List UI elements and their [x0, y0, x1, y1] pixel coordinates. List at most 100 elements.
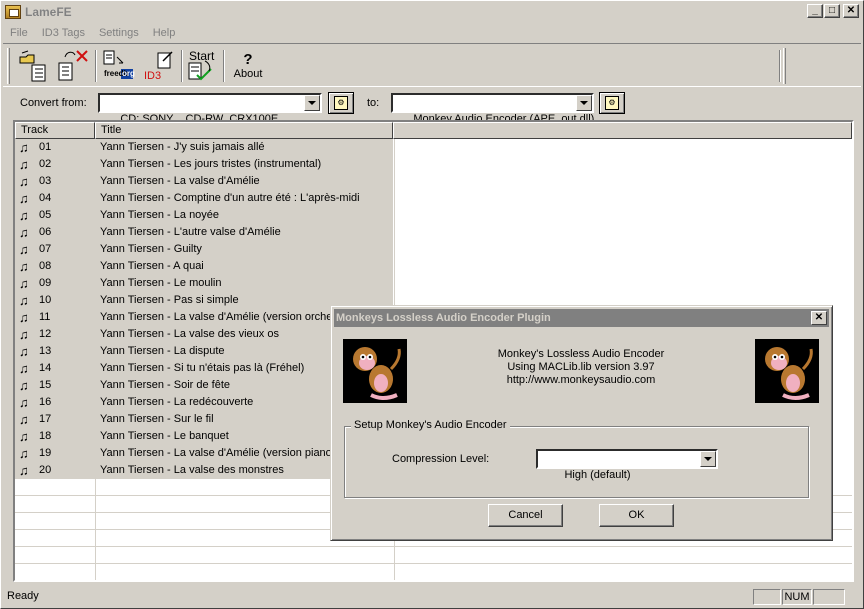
- menu-help[interactable]: Help: [146, 27, 183, 39]
- track-cell: ♫ 09: [15, 275, 95, 292]
- track-number: 12: [39, 328, 52, 340]
- freedb-button[interactable]: freedb org: [101, 48, 135, 84]
- source-settings-button[interactable]: ⚙: [328, 92, 354, 114]
- source-select[interactable]: CD: SONY CD-RW CRX100E: [98, 93, 322, 125]
- about-label: About: [233, 68, 263, 80]
- remove-list-icon: [58, 50, 88, 81]
- chevron-down-icon[interactable]: [304, 95, 320, 111]
- status-text: Ready: [7, 590, 39, 602]
- chevron-down-icon[interactable]: [576, 95, 592, 111]
- empty-cell: [15, 564, 95, 580]
- about-button[interactable]: ? About: [229, 48, 267, 84]
- window-title: LameFE: [25, 5, 72, 19]
- track-cell: ♫ 19: [15, 445, 95, 462]
- track-cell: ♫ 05: [15, 207, 95, 224]
- track-number: 08: [39, 260, 52, 272]
- plugin-name: Monkey's Lossless Audio Encoder: [497, 348, 665, 360]
- track-cell: ♫ 07: [15, 241, 95, 258]
- empty-cell: [95, 564, 393, 580]
- track-number: 15: [39, 379, 52, 391]
- track-row[interactable]: ♫ 09 Yann Tiersen - Le moulin: [15, 275, 852, 292]
- music-note-icon: ♫: [19, 344, 29, 359]
- toolbar-separator: [95, 50, 97, 82]
- toolbar: freedb org ID3 Start ? About: [3, 43, 861, 87]
- track-cell: ♫ 08: [15, 258, 95, 275]
- track-title: Yann Tiersen - La valse d'Amélie: [95, 173, 393, 190]
- compression-level-select[interactable]: High (default): [536, 449, 718, 481]
- column-track[interactable]: Track: [15, 122, 95, 139]
- start-button[interactable]: Start: [185, 48, 219, 84]
- music-note-icon: ♫: [19, 157, 29, 172]
- music-note-icon: ♫: [19, 242, 29, 257]
- toolbar-separator: [779, 50, 781, 82]
- to-label: to:: [367, 97, 380, 109]
- track-row[interactable]: ♫ 05 Yann Tiersen - La noyée: [15, 207, 852, 224]
- open-folder-button[interactable]: [17, 48, 51, 84]
- menu-bar: File ID3 Tags Settings Help: [3, 23, 861, 42]
- status-bar: Ready NUM: [3, 588, 861, 606]
- menu-id3-tags[interactable]: ID3 Tags: [35, 27, 92, 39]
- main-window: LameFE _ □ ✕ File ID3 Tags Settings Help: [0, 0, 864, 609]
- track-row[interactable]: ♫ 02 Yann Tiersen - Les jours tristes (ins…: [15, 156, 852, 173]
- remove-files-button[interactable]: [55, 48, 91, 84]
- menu-settings[interactable]: Settings: [92, 27, 146, 39]
- convert-from-label: Convert from:: [20, 97, 87, 109]
- column-title[interactable]: Title: [95, 122, 393, 139]
- num-lock-indicator: NUM: [782, 589, 812, 605]
- question-icon: ?: [243, 51, 253, 68]
- chevron-down-icon[interactable]: [700, 451, 716, 467]
- track-row[interactable]: ♫ 01 Yann Tiersen - J'y suis jamais allé: [15, 139, 852, 156]
- track-cell: ♫ 15: [15, 377, 95, 394]
- encoder-plugin-dialog: Monkeys Lossless Audio Encoder Plugin ✕: [330, 305, 833, 541]
- minimize-button[interactable]: _: [807, 4, 823, 18]
- track-cell: ♫ 06: [15, 224, 95, 241]
- monkey-logo-icon: [343, 339, 407, 403]
- track-row[interactable]: ♫ 04 Yann Tiersen - Comptine d'un autre ét…: [15, 190, 852, 207]
- empty-row: [15, 547, 852, 564]
- dialog-close-button[interactable]: ✕: [811, 311, 827, 325]
- track-cell: ♫ 03: [15, 173, 95, 190]
- track-number: 10: [39, 294, 52, 306]
- music-note-icon: ♫: [19, 429, 29, 444]
- app-icon: [5, 5, 21, 19]
- close-button[interactable]: ✕: [843, 4, 859, 18]
- convert-row: Convert from: CD: SONY CD-RW CRX100E ⚙ t…: [3, 89, 861, 125]
- track-title: Yann Tiersen - J'y suis jamais allé: [95, 139, 393, 156]
- maximize-button[interactable]: □: [824, 4, 840, 18]
- track-cell: ♫ 18: [15, 428, 95, 445]
- empty-cell: [15, 513, 95, 530]
- track-row[interactable]: ♫ 07 Yann Tiersen - Guilty: [15, 241, 852, 258]
- status-pane: [753, 589, 781, 605]
- track-cell: ♫ 14: [15, 360, 95, 377]
- track-row[interactable]: ♫ 03 Yann Tiersen - La valse d'Amélie: [15, 173, 852, 190]
- music-note-icon: ♫: [19, 259, 29, 274]
- track-row[interactable]: ♫ 06 Yann Tiersen - L'autre valse d'Amélie: [15, 224, 852, 241]
- org-label: org: [122, 69, 135, 78]
- track-number: 19: [39, 447, 52, 459]
- cancel-button[interactable]: Cancel: [488, 504, 563, 527]
- track-title: Yann Tiersen - Le moulin: [95, 275, 393, 292]
- grid-line: [95, 139, 96, 580]
- ok-button[interactable]: OK: [599, 504, 674, 527]
- music-note-icon: ♫: [19, 276, 29, 291]
- empty-cell: [15, 547, 95, 564]
- settings-icon: ⚙: [334, 96, 348, 110]
- track-number: 02: [39, 158, 52, 170]
- track-cell: ♫ 20: [15, 462, 95, 479]
- toolbar-grip: [783, 48, 786, 84]
- id3-tags-button[interactable]: ID3: [141, 48, 175, 84]
- track-number: 20: [39, 464, 52, 476]
- settings-icon: ⚙: [605, 96, 619, 110]
- empty-cell: [95, 547, 393, 564]
- track-title: Yann Tiersen - Comptine d'un autre été :…: [95, 190, 393, 207]
- track-row[interactable]: ♫ 08 Yann Tiersen - A quai: [15, 258, 852, 275]
- encoder-select[interactable]: Monkey Audio Encoder (APE_out.dll): [391, 93, 594, 125]
- music-note-icon: ♫: [19, 293, 29, 308]
- track-title: Yann Tiersen - Les jours tristes (instru…: [95, 156, 393, 173]
- plugin-info: Monkey's Lossless Audio Encoder Using MA…: [421, 348, 741, 387]
- encoder-settings-button[interactable]: ⚙: [599, 92, 625, 114]
- list-header: Track Title: [15, 122, 852, 139]
- music-note-icon: ♫: [19, 463, 29, 478]
- open-folder-icon: [19, 50, 46, 82]
- menu-file[interactable]: File: [3, 27, 35, 39]
